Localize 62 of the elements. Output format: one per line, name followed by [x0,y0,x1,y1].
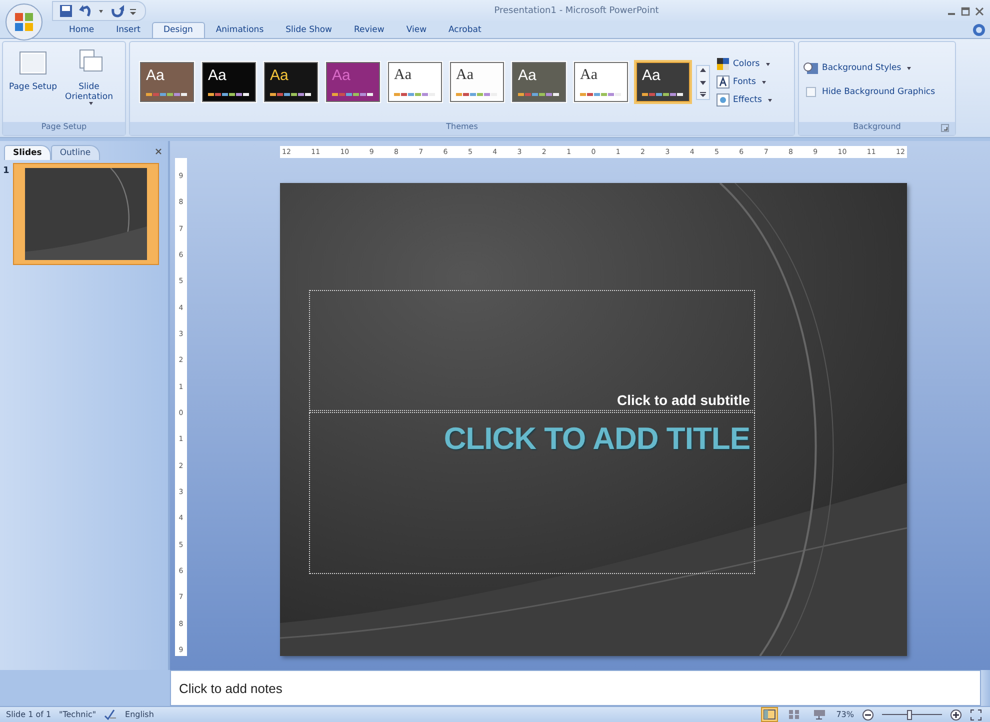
title-placeholder[interactable]: CLICK TO ADD TITLE [309,412,755,574]
dropdown-button[interactable]: Effects [716,93,772,107]
status-text: Slide 1 of 1 [6,710,52,719]
checkbox[interactable] [806,87,816,97]
slide-thumbnail[interactable] [14,164,158,264]
letter-icon[interactable] [716,75,730,89]
ribbon-button[interactable]: Page Setup [7,48,59,92]
maximize-icon[interactable] [961,6,970,16]
group-label: Page Setup [3,122,125,135]
color-squares-icon[interactable] [716,57,730,71]
view-button[interactable] [761,707,778,722]
fit-to-window-icon[interactable] [970,708,982,720]
theme-thumbnail[interactable]: Aa [140,62,194,102]
ribbon-tab[interactable]: Animations [204,23,275,38]
customize-icon[interactable] [129,6,137,16]
background-styles-button[interactable]: Background Styles [803,61,912,75]
scrollbar[interactable] [981,670,990,706]
background-styles-icon[interactable] [803,61,819,75]
zoom-in-icon[interactable] [950,708,962,720]
slide-number: 1 [3,165,10,176]
placeholder-text: CLICK TO ADD TITLE [444,421,750,457]
close-icon[interactable] [155,148,162,155]
notes-field[interactable]: Click to add notes [170,670,981,706]
scroll-up-icon[interactable] [697,66,709,74]
ribbon-tab[interactable]: Slide Show [274,23,344,38]
placeholder-text: Click to add subtitle [616,392,750,408]
zoom-out-icon[interactable] [862,708,874,720]
ribbon-tab[interactable]: Home [58,23,106,38]
caret-icon[interactable] [97,8,105,14]
ribbon-tab[interactable]: Insert [105,23,152,38]
pane-tab[interactable]: Outline [50,145,100,160]
subtitle-placeholder[interactable]: Click to add subtitle [309,290,755,411]
ribbon-tab[interactable]: Design [152,22,205,38]
status-text: "Technic" [59,710,96,719]
ribbon-button[interactable]: Slide Orientation [63,48,115,105]
group-label: Background [799,122,955,135]
save-icon[interactable] [59,4,73,18]
dropdown-button[interactable]: Colors [716,57,772,71]
group-label: Themes [130,122,794,135]
help-icon[interactable] [972,23,986,37]
theme-thumbnail[interactable]: Aa [202,62,256,102]
theme-thumbnail[interactable]: Aa [264,62,318,102]
status-text[interactable]: English [125,710,154,719]
theme-thumbnail[interactable]: Aa [574,62,628,102]
window-title: Presentation1 - Microsoft PowerPoint [493,6,660,16]
expand-icon[interactable] [697,90,709,98]
theme-thumbnail[interactable]: Aa [512,62,566,102]
theme-thumbnail[interactable]: Aa [450,62,504,102]
ribbon-tab[interactable]: Review [343,23,396,38]
spelling-check-icon[interactable] [104,708,118,721]
zoom-level[interactable]: 73% [836,710,854,719]
pane-tab[interactable]: Slides [4,145,51,160]
theme-thumbnail[interactable]: Aa [636,62,690,102]
theme-thumbnail[interactable]: Aa [388,62,442,102]
dialog-launcher-icon[interactable] [941,124,949,132]
close-icon[interactable] [975,6,984,16]
redo-icon[interactable] [110,4,124,18]
dropdown-button[interactable]: Fonts [716,75,772,89]
ribbon-tab[interactable]: Acrobat [438,23,492,38]
undo-icon[interactable] [78,4,92,18]
checkbox-label[interactable]: Hide Background Graphics [822,87,936,97]
ribbon-tab[interactable]: View [395,23,438,38]
